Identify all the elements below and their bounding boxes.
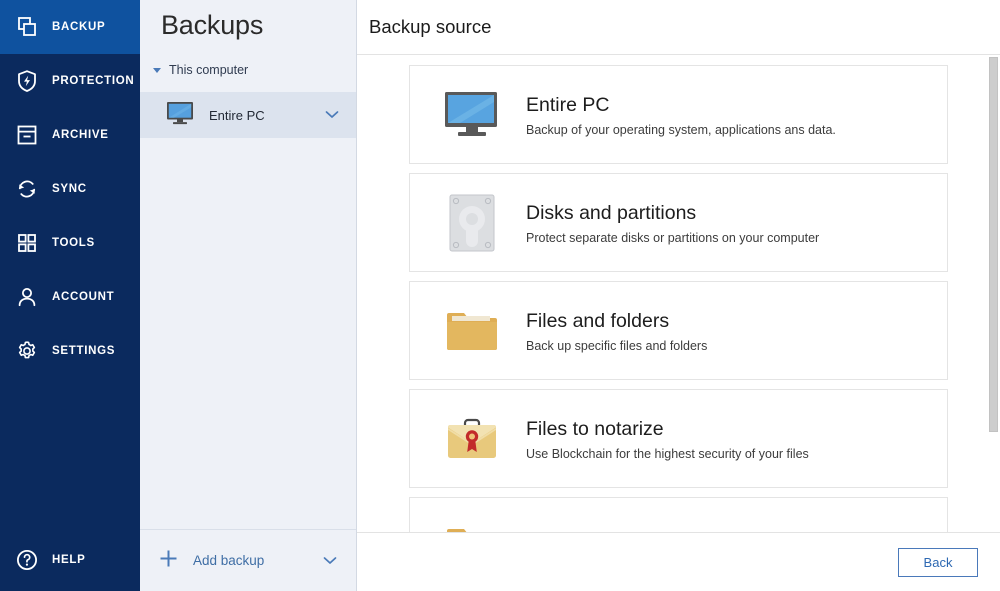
source-card-subtitle: Backup of your operating system, applica… <box>526 123 836 137</box>
source-card-subtitle: Back up specific files and folders <box>526 339 707 353</box>
plus-icon <box>159 549 178 573</box>
sidebar-item-label: ARCHIVE <box>52 129 109 141</box>
source-card-files-and-folders[interactable]: Files and folders Back up specific files… <box>409 281 948 380</box>
source-card-subtitle: Protect separate disks or partitions on … <box>526 231 819 245</box>
sidebar-item-archive[interactable]: ARCHIVE <box>0 108 140 162</box>
acronis-backup-window: BACKUP PROTECTION <box>0 0 1000 591</box>
source-card-maize[interactable]: MAIZE <box>409 497 948 532</box>
monitor-icon <box>166 101 196 130</box>
source-card-title: Files and folders <box>526 308 707 334</box>
person-icon <box>12 282 42 312</box>
source-card-title: Files to notarize <box>526 416 809 442</box>
sidebar-item-label: PROTECTION <box>52 75 134 87</box>
source-card-entire-pc[interactable]: Entire PC Backup of your operating syste… <box>409 65 948 164</box>
main-content: Backup source Entire PC <box>357 0 1000 591</box>
source-card-title: Entire PC <box>526 92 836 118</box>
sidebar-item-label: TOOLS <box>52 237 95 249</box>
sidebar-item-label: ACCOUNT <box>52 291 114 303</box>
triangle-down-icon <box>153 68 161 73</box>
main-footer: Back <box>357 532 1000 591</box>
grid-squares-icon <box>12 228 42 258</box>
panel-title: Backups <box>140 0 356 41</box>
chevron-down-icon[interactable] <box>325 106 339 124</box>
main-header: Backup source <box>357 0 1000 55</box>
sidebar-item-help[interactable]: HELP <box>0 529 140 591</box>
backup-source-card-list: Entire PC Backup of your operating syste… <box>357 55 1000 532</box>
source-card-title: Disks and partitions <box>526 200 819 226</box>
page-title: Backup source <box>369 16 491 38</box>
backups-panel: Backups This computer Entire PC <box>140 0 357 591</box>
main-sidebar: BACKUP PROTECTION <box>0 0 140 591</box>
scrollbar-thumb[interactable] <box>989 57 998 432</box>
add-backup-button[interactable]: Add backup <box>140 529 356 591</box>
backup-group-label: This computer <box>169 63 248 77</box>
backup-source-scroll-area: Entire PC Backup of your operating syste… <box>357 55 1000 532</box>
chevron-down-icon[interactable] <box>323 552 337 570</box>
folder-icon <box>440 515 504 533</box>
sidebar-item-label: SYNC <box>52 183 87 195</box>
question-circle-icon <box>12 545 42 575</box>
copy-stack-icon <box>12 12 42 42</box>
sidebar-item-protection[interactable]: PROTECTION <box>0 54 140 108</box>
backup-list-item-label: Entire PC <box>209 108 265 123</box>
shield-bolt-icon <box>12 66 42 96</box>
backup-group-this-computer[interactable]: This computer <box>140 57 356 83</box>
sidebar-item-account[interactable]: ACCOUNT <box>0 270 140 324</box>
sidebar-item-label: BACKUP <box>52 21 105 33</box>
hard-disk-icon <box>440 191 504 255</box>
gear-icon <box>12 336 42 366</box>
sidebar-item-backup[interactable]: BACKUP <box>0 0 140 54</box>
source-card-subtitle: Use Blockchain for the highest security … <box>526 447 809 461</box>
content-scrollbar[interactable] <box>986 55 1000 532</box>
sync-arrows-icon <box>12 174 42 204</box>
source-card-disks-and-partitions[interactable]: Disks and partitions Protect separate di… <box>409 173 948 272</box>
backup-list-item-entire-pc[interactable]: Entire PC <box>140 92 356 138</box>
monitor-icon <box>440 83 504 147</box>
sidebar-item-settings[interactable]: SETTINGS <box>0 324 140 378</box>
folder-icon <box>440 299 504 363</box>
archive-box-icon <box>12 120 42 150</box>
sidebar-item-tools[interactable]: TOOLS <box>0 216 140 270</box>
sidebar-item-label: SETTINGS <box>52 345 115 357</box>
sidebar-nav-list: BACKUP PROTECTION <box>0 0 140 378</box>
back-button[interactable]: Back <box>898 548 978 577</box>
briefcase-seal-icon <box>440 407 504 471</box>
sidebar-item-sync[interactable]: SYNC <box>0 162 140 216</box>
add-backup-label: Add backup <box>193 553 264 568</box>
source-card-files-to-notarize[interactable]: Files to notarize Use Blockchain for the… <box>409 389 948 488</box>
sidebar-help-label: HELP <box>52 554 85 566</box>
